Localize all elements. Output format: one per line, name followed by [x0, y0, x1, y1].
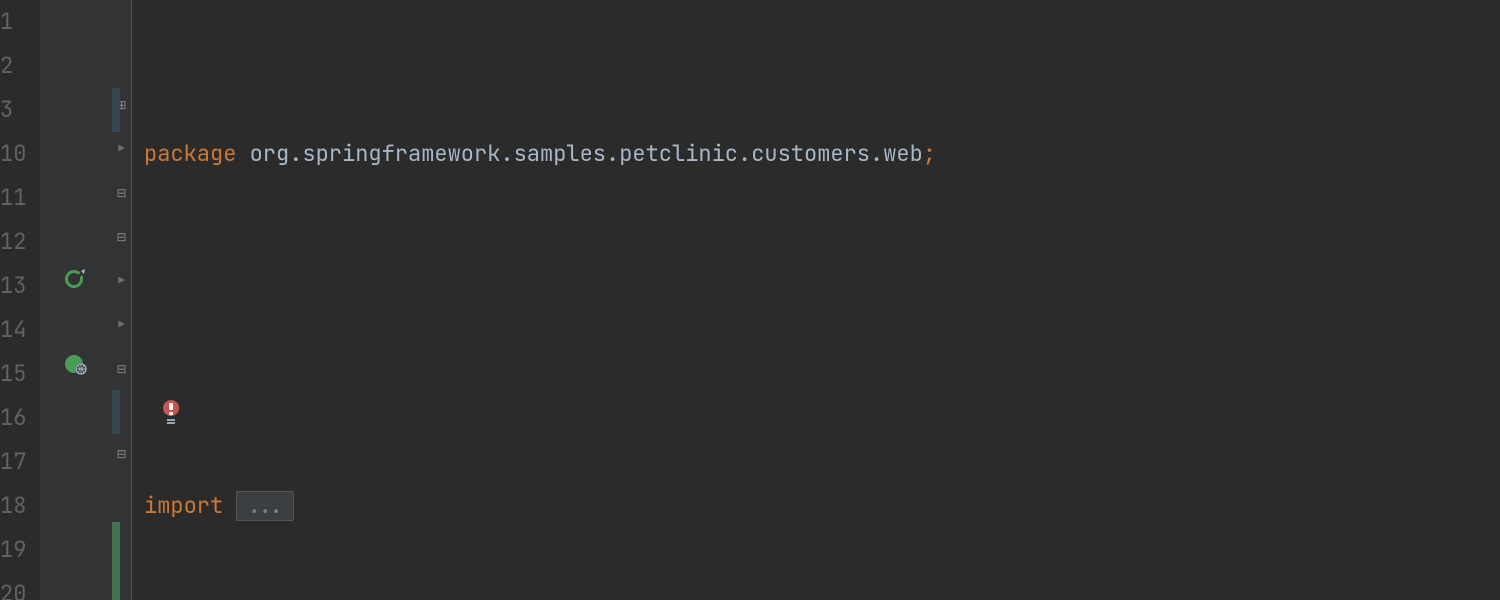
gutter-icon-endpoint[interactable] [64, 343, 88, 386]
gutter-icon-run-class[interactable] [64, 257, 88, 300]
text: org.springframework.samples.petclinic.cu… [236, 132, 922, 176]
line-number[interactable]: 2 [0, 44, 34, 88]
line-number[interactable]: 13 [0, 264, 34, 308]
intention-bulb-icon[interactable] [160, 398, 182, 442]
keyword: import [144, 484, 223, 528]
line-number[interactable]: 16 [0, 396, 34, 440]
line-number-gutter[interactable]: 1 2 3 10 11 12 13 14 15 16 17 18 19 20 [0, 0, 40, 600]
line-number[interactable]: 10 [0, 132, 34, 176]
vcs-added-marker[interactable] [112, 522, 120, 600]
fold-toggle-icon[interactable]: ⊟ [115, 347, 129, 391]
fold-toggle-icon[interactable]: ⊟ [115, 215, 129, 259]
code-line[interactable]: package org.springframework.samples.petc… [144, 132, 1500, 176]
fold-toggle-icon[interactable]: ⊟ [115, 171, 129, 215]
code-area[interactable]: package org.springframework.samples.petc… [132, 0, 1500, 600]
line-number[interactable]: 15 [0, 352, 34, 396]
line-number[interactable]: 19 [0, 528, 34, 572]
line-number[interactable]: 12 [0, 220, 34, 264]
line-number[interactable]: 11 [0, 176, 34, 220]
code-editor[interactable]: 1 2 3 10 11 12 13 14 15 16 17 18 19 20 [0, 0, 1500, 600]
line-number[interactable]: 1 [0, 0, 34, 44]
line-number[interactable]: 3 [0, 88, 34, 132]
run-circle-icon [64, 267, 88, 291]
line-number[interactable]: 17 [0, 440, 34, 484]
fold-toggle-icon[interactable]: ⊟ [115, 432, 129, 476]
fold-collapse-icon[interactable]: ▶ [118, 259, 125, 303]
semicolon: ; [923, 132, 936, 176]
fold-collapse-icon[interactable]: ▶ [118, 127, 125, 171]
line-number[interactable]: 20 [0, 572, 34, 600]
vcs-change-marker[interactable] [112, 88, 120, 132]
folded-region[interactable]: ... [236, 491, 294, 521]
keyword: package [144, 132, 236, 176]
vcs-change-marker[interactable] [112, 390, 120, 434]
code-line[interactable] [144, 308, 1500, 352]
code-line[interactable]: import ... [144, 484, 1500, 528]
globe-endpoint-icon [64, 352, 88, 376]
line-number[interactable]: 14 [0, 308, 34, 352]
fold-collapse-icon[interactable]: ▶ [118, 303, 125, 347]
line-number[interactable]: 18 [0, 484, 34, 528]
icon-gutter [40, 0, 112, 600]
